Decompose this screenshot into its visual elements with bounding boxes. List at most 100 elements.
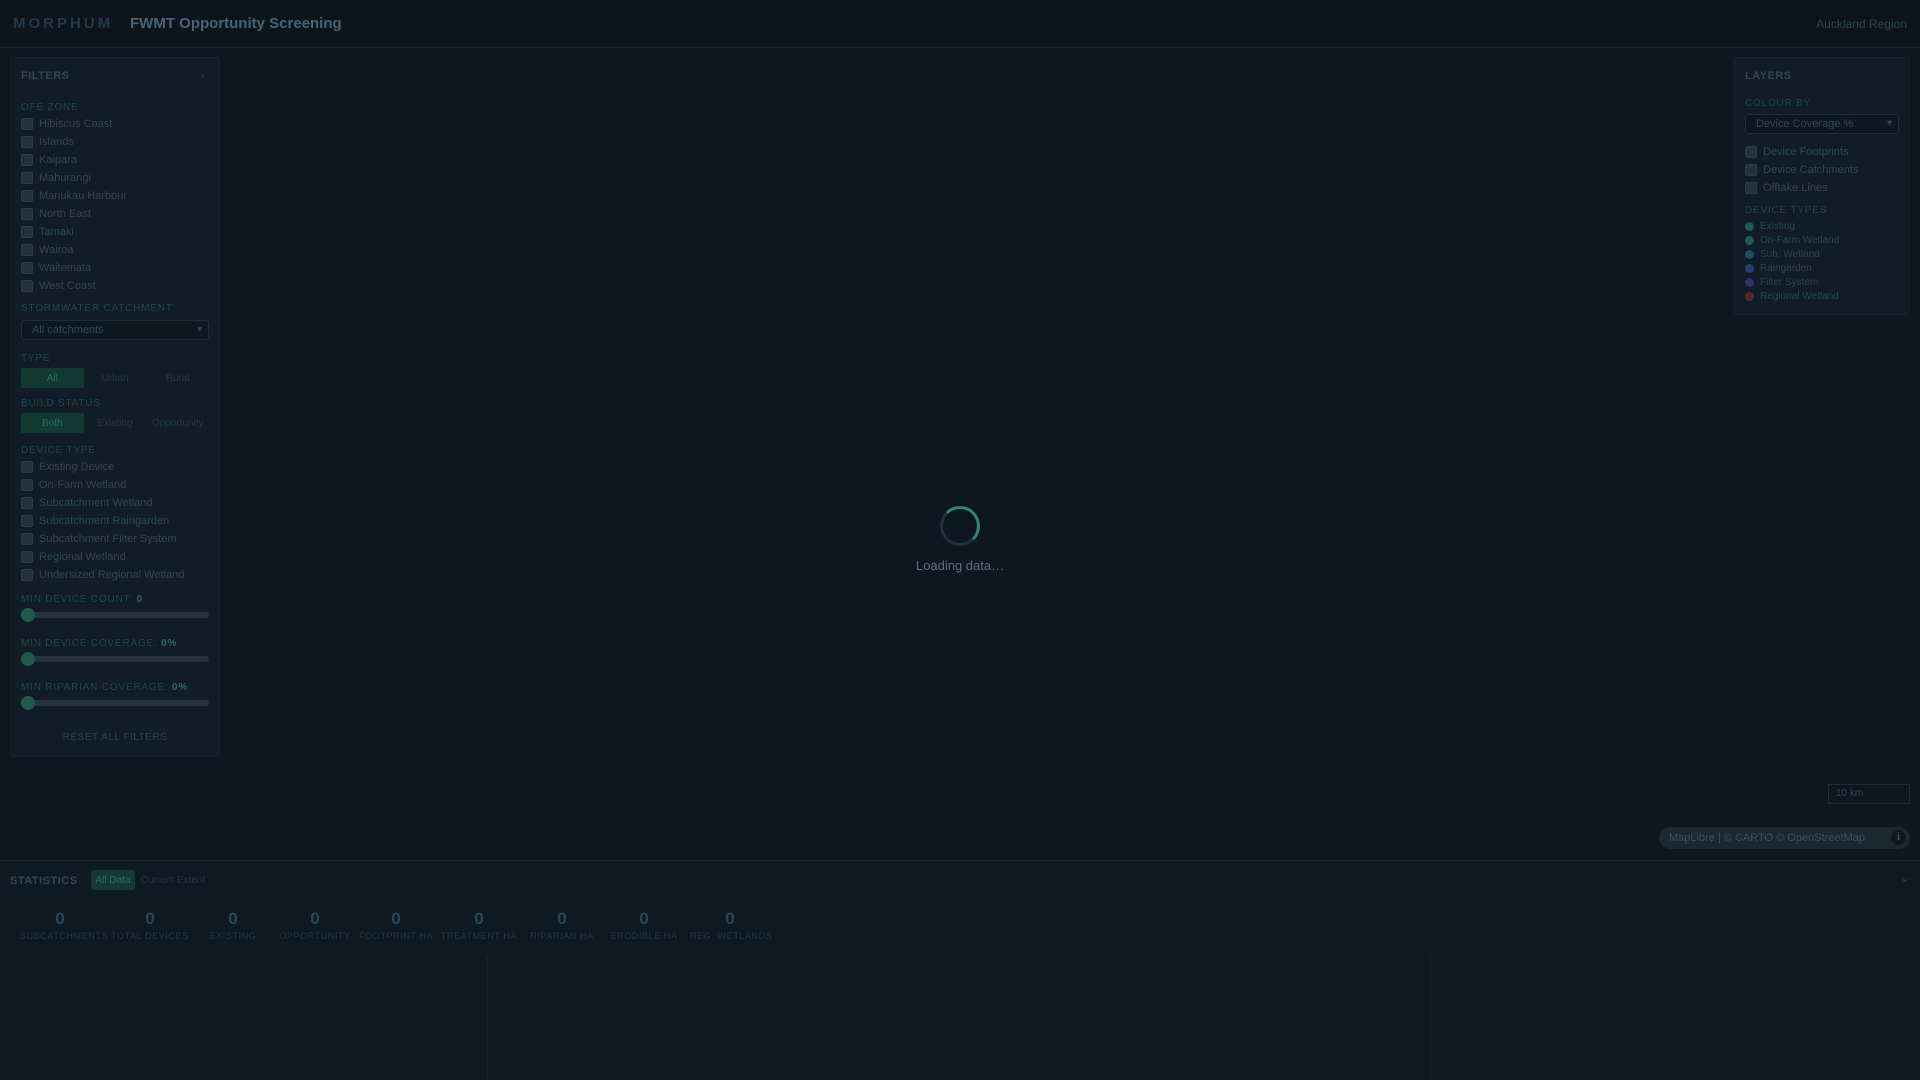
checkbox[interactable] — [21, 244, 33, 256]
stat-card: 0 OPPORTUNITY — [275, 909, 355, 941]
layer-toggle[interactable]: Offtake Lines — [1745, 181, 1828, 195]
min-riparian-coverage-slider[interactable] — [21, 696, 209, 710]
build-status-option[interactable]: Both — [21, 413, 84, 433]
type-option[interactable]: All — [21, 368, 84, 388]
legend-label: Existing — [1760, 221, 1796, 232]
ofe-zone-label: Islands — [39, 136, 74, 148]
stat-label: FOOTPRINT HA — [358, 931, 434, 941]
device-type-label: DEVICE TYPE — [21, 445, 96, 456]
checkbox[interactable] — [21, 154, 33, 166]
ofe-zone-option[interactable]: Islands — [21, 135, 74, 149]
layers-title: LAYERS — [1745, 70, 1792, 82]
checkbox[interactable] — [21, 551, 33, 563]
checkbox[interactable] — [21, 262, 33, 274]
checkbox[interactable] — [1745, 182, 1757, 194]
ofe-zone-option[interactable]: Mahurangi — [21, 171, 91, 185]
min-device-coverage-label: MIN DEVICE COVERAGE: 0% — [21, 638, 178, 649]
min-device-count-label: MIN DEVICE COUNT: 0 — [21, 594, 143, 605]
checkbox[interactable] — [21, 479, 33, 491]
legend-label: On-Farm Wetland — [1760, 235, 1840, 246]
device-type-option[interactable]: On-Farm Wetland — [21, 478, 126, 492]
checkbox[interactable] — [1745, 146, 1757, 158]
device-type-option[interactable]: Subcatchment Filter System — [21, 532, 177, 546]
checkbox[interactable] — [21, 208, 33, 220]
ofe-zone-option[interactable]: North East — [21, 207, 91, 221]
checkbox[interactable] — [21, 461, 33, 473]
device-type-option[interactable]: Existing Device — [21, 460, 114, 474]
stat-value: 0 — [145, 909, 155, 928]
ofe-zone-option[interactable]: Kaipara — [21, 153, 77, 167]
chevron-left-icon[interactable]: ‹ — [201, 68, 205, 82]
ofe-zone-option[interactable]: Manukau Harbour — [21, 189, 127, 203]
info-icon[interactable]: i — [1891, 830, 1906, 845]
device-type-option[interactable]: Subcatchment Raingarden — [21, 514, 169, 528]
device-type-label: Existing Device — [39, 461, 115, 473]
device-type-label: Undersized Regional Wetland — [39, 569, 185, 581]
ofe-zone-option[interactable]: Tamaki — [21, 225, 74, 239]
checkbox[interactable] — [21, 280, 33, 292]
ofe-zone-label: Kaipara — [39, 154, 77, 166]
map-scale: 10 km — [1828, 784, 1910, 804]
chart-divider — [1430, 956, 1431, 1080]
checkbox[interactable] — [21, 569, 33, 581]
reset-filters-button[interactable]: RESET ALL FILTERS — [21, 732, 209, 743]
stat-card: 0 EXISTING — [193, 909, 273, 941]
legend-item: Raingarden — [1745, 263, 1812, 274]
device-type-option[interactable]: Undersized Regional Wetland — [21, 568, 184, 582]
checkbox[interactable] — [21, 190, 33, 202]
checkbox[interactable] — [21, 515, 33, 527]
slider-thumb[interactable] — [21, 652, 35, 666]
ofe-zone-label: Wairoa — [39, 244, 74, 256]
legend-label: Regional Wetland — [1760, 291, 1839, 302]
type-toggle: All Urban Rural — [21, 368, 209, 388]
checkbox[interactable] — [21, 118, 33, 130]
type-option[interactable]: Rural — [146, 368, 209, 388]
build-status-option[interactable]: Existing — [84, 413, 147, 433]
stat-card: 0 TOTAL DEVICES — [110, 909, 190, 941]
checkbox[interactable] — [21, 226, 33, 238]
catchment-select[interactable]: All catchments ▾ — [21, 320, 209, 340]
type-label: TYPE — [21, 353, 51, 364]
build-status-option[interactable]: Opportunity — [146, 413, 209, 433]
ofe-zone-label: Tamaki — [39, 226, 74, 238]
ofe-zone-label: Manukau Harbour — [39, 190, 128, 202]
layer-toggle[interactable]: Device Footprints — [1745, 145, 1849, 159]
device-types-label: DEVICE TYPES — [1745, 205, 1828, 216]
slider-thumb[interactable] — [21, 608, 35, 622]
device-type-option[interactable]: Regional Wetland — [21, 550, 126, 564]
chevron-down-icon[interactable]: ⌄ — [1900, 871, 1910, 885]
checkbox[interactable] — [21, 136, 33, 148]
type-option[interactable]: Urban — [84, 368, 147, 388]
tab-all-data[interactable]: All Data — [91, 870, 135, 890]
min-device-count-slider[interactable] — [21, 608, 209, 622]
ofe-zone-option[interactable]: Waitemata — [21, 261, 91, 275]
build-status-label: BUILD STATUS — [21, 398, 101, 409]
slider-thumb[interactable] — [21, 696, 35, 710]
layer-toggle-label: Device Footprints — [1763, 146, 1849, 158]
ofe-zone-label: North East — [39, 208, 91, 220]
ofe-zone-option[interactable]: Hibiscus Coast — [21, 117, 112, 131]
min-device-coverage-slider[interactable] — [21, 652, 209, 666]
legend-swatch — [1745, 236, 1754, 245]
brand-logo: MORPHUM — [13, 15, 114, 32]
ofe-zone-option[interactable]: West Coast — [21, 279, 96, 293]
stat-value: 0 — [639, 909, 649, 928]
checkbox[interactable] — [1745, 164, 1757, 176]
checkbox[interactable] — [21, 497, 33, 509]
ofe-zone-option[interactable]: Wairoa — [21, 243, 73, 257]
checkbox[interactable] — [21, 172, 33, 184]
stat-label: TREATMENT HA — [440, 931, 518, 941]
ofe-zone-label: OFE ZONE — [21, 102, 79, 113]
chart-divider — [487, 956, 488, 1080]
map-attribution: MapLibre | © CARTO © OpenStreetMap i — [1659, 827, 1910, 849]
stat-label: EXISTING — [209, 931, 257, 941]
layer-toggle[interactable]: Device Catchments — [1745, 163, 1858, 177]
checkbox[interactable] — [21, 533, 33, 545]
tab-current-extent[interactable]: Current Extent — [139, 870, 207, 890]
device-type-option[interactable]: Subcatchment Wetland — [21, 496, 153, 510]
catchment-label: STORMWATER CATCHMENT — [21, 303, 173, 314]
region-label: Auckland Region — [1816, 17, 1907, 31]
attribution-text[interactable]: MapLibre | © CARTO © OpenStreetMap — [1669, 832, 1865, 844]
legend-label: Raingarden — [1760, 263, 1812, 274]
colour-by-select[interactable]: Device Coverage % ▾ — [1745, 114, 1899, 134]
